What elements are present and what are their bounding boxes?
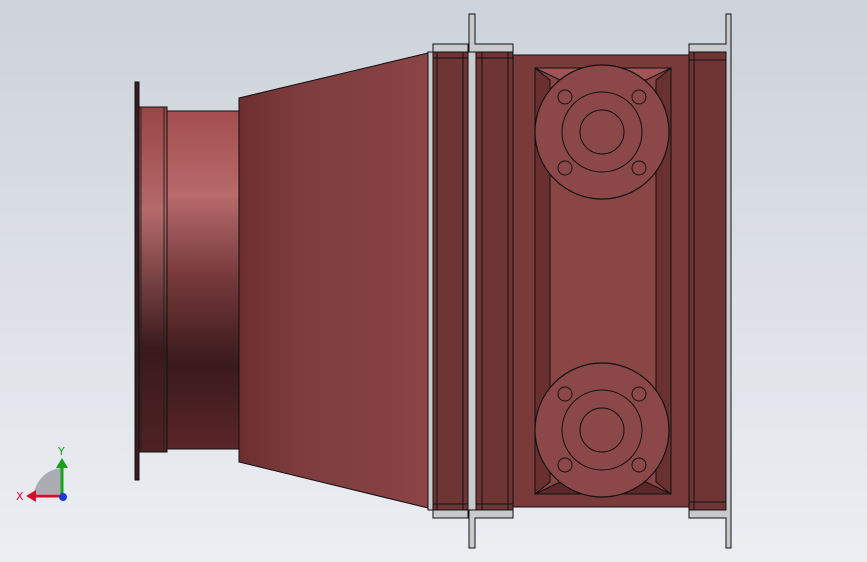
duct-flange-left — [427, 51, 434, 511]
z-axis-dot — [59, 493, 67, 501]
inlet-pipe — [166, 110, 240, 450]
top-nozzle-flange — [534, 64, 670, 200]
transition-cone — [238, 52, 429, 509]
axis-triad: Y X — [16, 445, 68, 503]
cad-viewport[interactable]: Y X — [0, 0, 867, 562]
inlet-collar — [138, 106, 168, 453]
y-axis-label: Y — [57, 445, 65, 458]
model-view[interactable]: Y X — [0, 0, 867, 562]
outlet-end-frame — [688, 51, 727, 511]
triad-plane-indicator — [34, 468, 62, 494]
x-axis-label: X — [16, 490, 24, 503]
inlet-flange-plate — [134, 81, 140, 481]
bottom-nozzle-flange — [534, 362, 670, 498]
duct-body — [432, 51, 514, 511]
